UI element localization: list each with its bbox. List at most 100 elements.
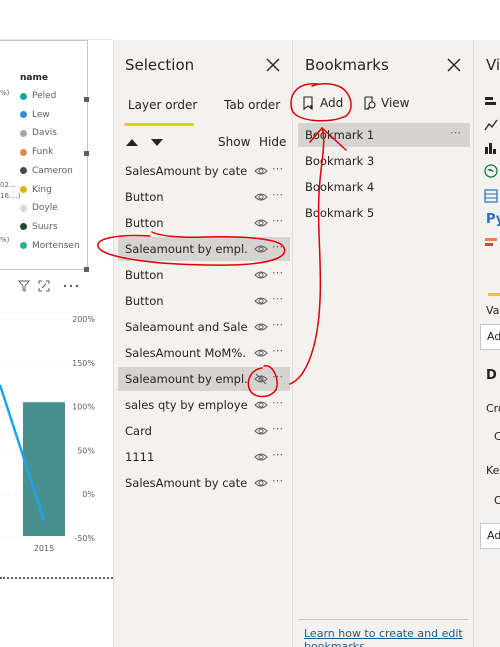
legend-item[interactable]: Mortensen	[20, 239, 80, 253]
resize-handle[interactable]	[84, 97, 89, 102]
eye-icon[interactable]	[254, 268, 268, 282]
drillthrough-label: D	[486, 368, 497, 383]
python-visual-label[interactable]: Py	[486, 212, 500, 227]
move-down-icon[interactable]	[150, 138, 164, 147]
chart-area[interactable]: 200% 150% 100% 50% 0% -50% 2015	[0, 300, 113, 560]
legend-item[interactable]: Suurs	[20, 220, 58, 234]
more-options-icon[interactable]: ⋯	[272, 214, 283, 227]
focus-mode-icon[interactable]	[38, 280, 50, 292]
toggle-label[interactable]: O	[494, 494, 500, 507]
learn-bookmarks-link-cont[interactable]: bookmarks	[304, 640, 365, 647]
bookmark-item[interactable]: Bookmark 1 ⋯	[298, 123, 470, 147]
layer-item[interactable]: Button ⋯	[118, 289, 290, 313]
layer-item[interactable]: Button ⋯	[118, 263, 290, 287]
fields-tab-indicator[interactable]	[488, 266, 500, 296]
layer-item[interactable]: SalesAmount MoM%... ⋯	[118, 341, 290, 365]
eye-icon[interactable]	[254, 450, 268, 464]
more-options-icon[interactable]: ⋯	[272, 396, 283, 409]
legend-item[interactable]: King	[20, 183, 52, 197]
layer-item-label: Button	[125, 294, 164, 308]
eye-icon[interactable]	[254, 476, 268, 490]
more-options-icon[interactable]: ⋯	[272, 266, 283, 279]
filter-icon[interactable]	[18, 280, 30, 292]
layer-item-label: Button	[125, 268, 164, 282]
column-chart-icon[interactable]	[484, 141, 498, 155]
eye-icon[interactable]	[254, 190, 268, 204]
resize-handle[interactable]	[84, 151, 89, 156]
layer-item-label: 1111	[125, 450, 155, 464]
legend-item[interactable]: Lew	[20, 108, 50, 122]
globe-map-icon[interactable]	[484, 164, 498, 178]
layer-item-label: Saleamount by empl...	[125, 372, 247, 386]
layer-item-label: SalesAmount by cate...	[125, 164, 247, 178]
more-options-icon[interactable]: ⋯	[272, 162, 283, 175]
layer-item[interactable]: Saleamount by empl... ⋯	[118, 237, 290, 261]
table-icon[interactable]	[484, 189, 498, 203]
learn-bookmarks-link[interactable]: Learn how to create and edit	[304, 627, 463, 640]
eye-hidden-icon[interactable]	[254, 372, 268, 386]
more-options-icon[interactable]	[62, 284, 82, 288]
bar-2015[interactable]	[23, 402, 65, 536]
close-icon[interactable]	[266, 58, 280, 72]
layer-item[interactable]: sales qty by employee ⋯	[118, 393, 290, 417]
bookmark-item[interactable]: Bookmark 5	[298, 201, 470, 225]
report-canvas[interactable]: name Peled Lew Davis Funk Cameron King Doyle Su…	[0, 0, 113, 647]
layer-item[interactable]: SalesAmount by cate... ⋯	[118, 471, 290, 495]
hide-column-label: Hide	[259, 135, 287, 149]
add-drillthrough-field[interactable]: Ad	[480, 523, 500, 549]
layer-item[interactable]: Button ⋯	[118, 211, 290, 235]
legend-item[interactable]: Davis	[20, 126, 57, 140]
eye-icon[interactable]	[254, 216, 268, 230]
close-icon[interactable]	[447, 58, 461, 72]
bookmark-label: Bookmark 4	[305, 180, 375, 194]
layer-item-label: Saleamount by empl...	[125, 242, 247, 256]
tab-tab-order[interactable]: Tab order	[224, 98, 280, 112]
label-fragment: 16....)	[0, 192, 21, 200]
layer-item[interactable]: Card ⋯	[118, 419, 290, 443]
bookmark-item[interactable]: Bookmark 4	[298, 175, 470, 199]
line-chart-icon[interactable]	[484, 118, 498, 132]
layer-item[interactable]: Saleamount by empl... ⋯	[118, 367, 290, 391]
eye-icon[interactable]	[254, 294, 268, 308]
bookmark-item[interactable]: Bookmark 3	[298, 149, 470, 173]
more-options-icon[interactable]: ⋯	[272, 344, 283, 357]
toggle-label[interactable]: C	[494, 430, 500, 443]
eye-icon[interactable]	[254, 398, 268, 412]
custom-visual-icon[interactable]	[484, 236, 498, 250]
eye-icon[interactable]	[254, 164, 268, 178]
values-label: Va	[486, 304, 500, 317]
more-options-icon[interactable]: ⋯	[272, 448, 283, 461]
more-options-icon[interactable]: ⋯	[272, 240, 283, 253]
resize-handle[interactable]	[84, 267, 89, 272]
more-options-icon[interactable]: ⋯	[272, 422, 283, 435]
legend-label: Peled	[32, 91, 57, 101]
layer-item[interactable]: Button ⋯	[118, 185, 290, 209]
eye-icon[interactable]	[254, 346, 268, 360]
add-bookmark-button[interactable]: Add	[303, 96, 343, 110]
layer-item-label: sales qty by employee	[125, 398, 247, 412]
more-options-icon[interactable]: ⋯	[272, 188, 283, 201]
more-options-icon[interactable]: ⋯	[450, 126, 461, 139]
add-data-field[interactable]: Ad	[480, 324, 500, 350]
legend-item[interactable]: Cameron	[20, 164, 73, 178]
eye-icon[interactable]	[254, 242, 268, 256]
legend-item[interactable]: Doyle	[20, 201, 58, 215]
y-tick-label: 200%	[72, 315, 95, 324]
stacked-bar-chart-icon[interactable]	[484, 95, 498, 109]
legend-color-dot	[20, 223, 27, 231]
selection-pane-title: Selection	[125, 56, 195, 74]
more-options-icon[interactable]: ⋯	[272, 474, 283, 487]
tab-layer-order[interactable]: Layer order	[128, 98, 197, 112]
more-options-icon[interactable]: ⋯	[272, 318, 283, 331]
eye-icon[interactable]	[254, 320, 268, 334]
layer-item[interactable]: Saleamount and Sale... ⋯	[118, 315, 290, 339]
legend-item[interactable]: Peled	[20, 89, 56, 103]
more-options-icon[interactable]: ⋯	[272, 292, 283, 305]
move-up-icon[interactable]	[125, 138, 139, 147]
legend-item[interactable]: Funk	[20, 145, 53, 159]
more-options-icon[interactable]: ⋯	[272, 370, 283, 383]
eye-icon[interactable]	[254, 424, 268, 438]
layer-item[interactable]: 1111 ⋯	[118, 445, 290, 469]
layer-item[interactable]: SalesAmount by cate... ⋯	[118, 159, 290, 183]
view-bookmarks-button[interactable]: View	[363, 96, 409, 110]
